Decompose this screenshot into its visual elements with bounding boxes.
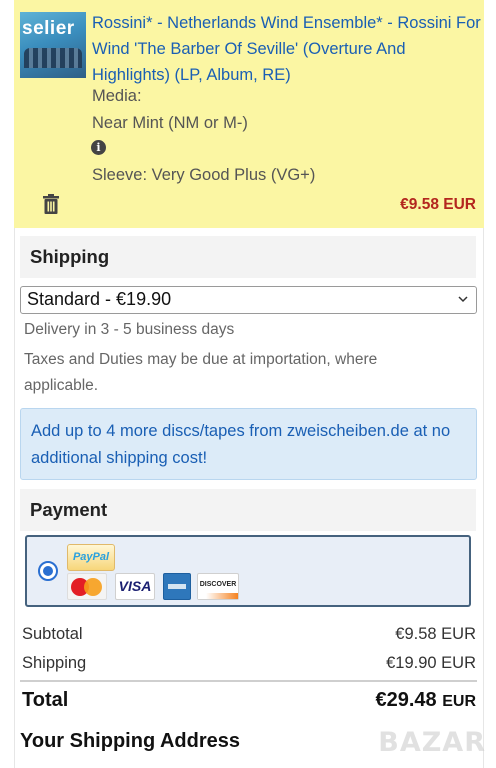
shipping-cost-value: €19.90 EUR	[386, 654, 476, 672]
bazar-watermark-logo: BAZAR	[378, 727, 486, 758]
info-icon[interactable]: i	[91, 140, 106, 155]
album-cover-text: selier	[22, 18, 75, 39]
shipping-method-select[interactable]: Standard - €19.90	[20, 286, 477, 314]
summary-divider	[20, 680, 477, 682]
total-label: Total	[22, 689, 69, 711]
album-cover-band-graphic	[24, 48, 82, 68]
discover-logo: DISCOVER	[197, 573, 239, 600]
subtotal-row: Subtotal €9.58 EUR	[22, 625, 476, 644]
paypal-payment-option[interactable]: PayPal VISA DISCOVER	[25, 535, 471, 607]
paypal-radio-button[interactable]	[38, 561, 58, 581]
payment-heading: Payment	[20, 489, 476, 531]
mastercard-logo	[67, 573, 107, 600]
media-condition: Near Mint (NM or M-)	[92, 114, 248, 132]
subtotal-value: €9.58 EUR	[395, 625, 476, 643]
shipping-selected-option: Standard - €19.90	[27, 289, 172, 309]
trash-icon[interactable]	[42, 194, 60, 214]
total-value: €29.48 EUR	[375, 689, 476, 712]
shipping-heading: Shipping	[20, 236, 476, 278]
shipping-address-heading: Your Shipping Address	[20, 730, 241, 752]
subtotal-label: Subtotal	[22, 625, 83, 643]
chevron-down-icon	[458, 296, 468, 303]
shipping-cost-label: Shipping	[22, 654, 87, 672]
total-amount: €29.48	[375, 689, 437, 711]
container-right-border	[483, 228, 484, 768]
taxes-note: Taxes and Duties may be due at importati…	[24, 351, 378, 394]
total-currency: EUR	[442, 693, 476, 710]
american-express-logo	[163, 573, 191, 600]
add-more-promo-banner: Add up to 4 more discs/tapes from zweisc…	[20, 408, 477, 480]
item-price: €9.58 EUR	[400, 196, 476, 213]
cart-item: selier Rossini* - Netherlands Wind Ensem…	[14, 0, 484, 228]
item-title-link[interactable]: Rossini* - Netherlands Wind Ensemble* - …	[92, 10, 482, 88]
paypal-logo: PayPal	[67, 544, 115, 571]
total-row: Total €29.48 EUR	[22, 689, 476, 712]
visa-logo: VISA	[115, 573, 155, 600]
shipping-cost-row: Shipping €19.90 EUR	[22, 654, 476, 673]
sleeve-condition: Sleeve: Very Good Plus (VG+)	[92, 166, 316, 184]
album-cover-image[interactable]: selier	[20, 12, 86, 78]
container-left-border	[14, 228, 15, 768]
media-label: Media:	[92, 87, 142, 105]
delivery-estimate: Delivery in 3 - 5 business days	[24, 321, 235, 338]
